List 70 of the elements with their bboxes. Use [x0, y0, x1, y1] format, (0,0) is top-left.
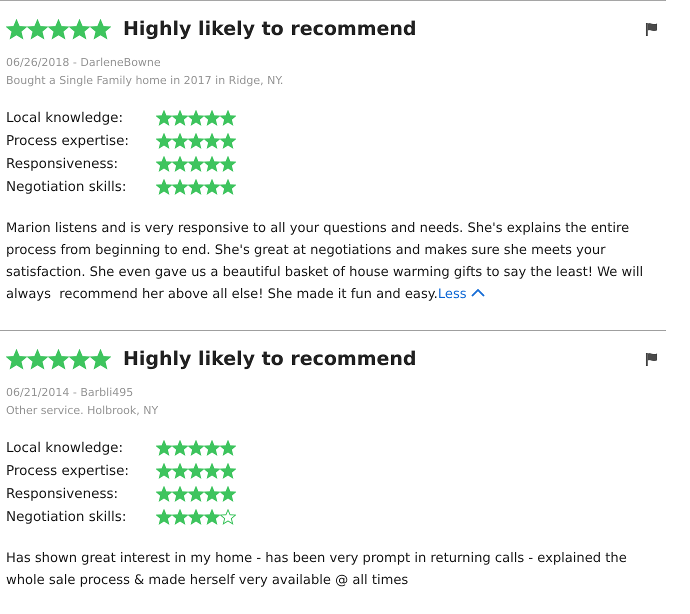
rating-label: Process expertise: — [6, 462, 130, 478]
star-icon — [48, 348, 69, 370]
star-icon — [188, 178, 204, 194]
star-icon — [27, 18, 48, 40]
star-icon — [220, 486, 236, 502]
review-byline: 06/21/2014 - Barbli495 — [6, 385, 134, 401]
star-icon — [156, 440, 172, 456]
star-icon — [172, 462, 188, 478]
star-icon — [172, 132, 188, 148]
rating-label: Process expertise: — [6, 132, 130, 148]
star-icon — [156, 178, 172, 194]
star-icon — [172, 178, 188, 194]
star-icon — [188, 486, 204, 502]
star-icon — [220, 178, 236, 194]
star-icon — [90, 18, 111, 40]
star-icon — [172, 508, 188, 524]
star-icon — [156, 156, 172, 172]
review-detail: Bought a Single Family home in 2017 in Ridge, NY. — [6, 73, 284, 89]
star-icon — [90, 348, 111, 370]
rating-label: Negotiation skills: — [6, 508, 128, 524]
star-icon — [172, 440, 188, 456]
rating-label: Local knowledge: — [6, 110, 124, 126]
rating-label: Responsiveness: — [6, 156, 120, 172]
star-icon — [6, 18, 27, 40]
star-icon — [156, 462, 172, 478]
star-icon — [188, 156, 204, 172]
star-icon — [188, 462, 204, 478]
star-icon — [220, 462, 236, 478]
star-icon — [27, 348, 48, 370]
star-icon — [204, 132, 220, 148]
review-text: Marion listens and is very responsive to all your questions and needs. She's explains the entire process from beginning to end. She's great at negotiations and makes sure she meets your satisfaction. She even gave us a beautiful basket of house warming gifts to say the least! We will always recommend her above all else! She made it fun and easy.Less — [6, 220, 644, 304]
star-icon — [204, 486, 220, 502]
star-icon — [204, 462, 220, 478]
star-icon — [220, 156, 236, 172]
star-icon — [188, 132, 204, 148]
star-icon — [156, 508, 172, 524]
star-icon — [204, 440, 220, 456]
star-icon — [220, 508, 236, 524]
star-icon — [204, 178, 220, 194]
star-icon — [204, 110, 220, 126]
review-text: Has shown great interest in my home - has been very prompt in returning calls - explained the whole sale process & made herself very available @ all times — [6, 550, 628, 590]
flag-icon[interactable] — [645, 352, 658, 366]
star-icon — [204, 508, 220, 524]
rating-label: Negotiation skills: — [6, 178, 128, 194]
star-icon — [220, 110, 236, 126]
star-icon — [188, 110, 204, 126]
star-icon — [204, 156, 220, 172]
rating-label: Local knowledge: — [6, 440, 124, 456]
review-byline: 06/26/2018 - DarleneBowne — [6, 55, 162, 71]
star-icon — [220, 132, 236, 148]
star-icon — [6, 348, 27, 370]
star-icon — [220, 440, 236, 456]
caret-icon — [470, 288, 485, 298]
star-icon — [69, 348, 90, 370]
star-icon — [156, 486, 172, 502]
review-headline: Highly likely to recommend — [123, 348, 417, 370]
review-detail: Other service. Holbrook, NY — [6, 403, 160, 419]
star-icon — [188, 508, 204, 524]
review-headline: Highly likely to recommend — [123, 18, 417, 40]
flag-icon[interactable] — [645, 22, 658, 36]
star-icon — [172, 486, 188, 502]
star-icon — [156, 110, 172, 126]
less-link[interactable]: Less — [438, 287, 485, 302]
star-icon — [156, 132, 172, 148]
star-icon — [172, 156, 188, 172]
star-icon — [48, 18, 69, 40]
rating-label: Responsiveness: — [6, 486, 120, 502]
star-icon — [69, 18, 90, 40]
star-icon — [188, 440, 204, 456]
star-icon — [172, 110, 188, 126]
